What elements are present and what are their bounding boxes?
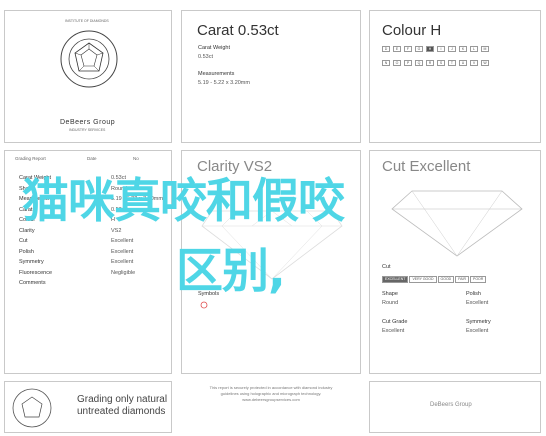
report-header-num: No	[133, 156, 139, 161]
report-header-left: Grading Report	[15, 156, 46, 161]
colour-grade-swatch: P	[404, 60, 412, 66]
overlay-headline-line1: 猫咪真咬和假咬	[22, 174, 345, 229]
colour-scale-row1: DEFGHIJKLM	[382, 46, 489, 52]
diamond-seal-small-icon	[12, 388, 52, 428]
colour-scale-row2: NOPQRSTUVW	[382, 60, 489, 66]
cut-grade-option: POOR	[470, 276, 487, 283]
cut-scale: EXCELLENT VERY GOOD GOOD FAIR POOR	[382, 276, 487, 283]
cut-grade-value: Excellent	[382, 328, 405, 334]
colour-grade-swatch: I	[437, 46, 445, 52]
diamond-profile-icon	[391, 190, 523, 257]
report-row: Symmetry Excellent	[19, 259, 169, 267]
colour-grade-swatch: L	[470, 46, 478, 52]
polish-label: Polish	[466, 291, 481, 297]
cut-title: Cut	[382, 158, 406, 175]
shape-label: Shape	[382, 291, 398, 297]
report-row-value: Excellent	[111, 259, 134, 265]
report-row-value: Excellent	[111, 248, 134, 255]
colour-grade-swatch: E	[393, 46, 401, 52]
report-row-key: Fluorescence	[19, 269, 53, 276]
cut-grade-option: FAIR	[455, 276, 469, 283]
disclaimer-3: www.debeersgroupservices.com	[242, 397, 300, 402]
report-row-key: Comments	[19, 280, 46, 286]
colour-grade-swatch: D	[382, 46, 390, 52]
colour-grade-swatch: Q	[415, 60, 423, 66]
colour-grade-swatch: K	[459, 46, 467, 52]
report-row: Comments	[19, 280, 169, 288]
report-row: Fluorescence Negligible	[19, 270, 169, 278]
measurements-label: Measurements	[198, 71, 235, 77]
colour-grade-swatch: U	[459, 60, 467, 66]
carat-title: Carat	[197, 22, 234, 39]
colour-value: H	[430, 22, 442, 39]
colour-grade-swatch: R	[426, 60, 434, 66]
cut-options-label: Cut	[382, 264, 391, 270]
report-row-value: Excellent	[111, 238, 134, 244]
report-row: Cut Excellent	[19, 238, 169, 246]
colour-grade-swatch: V	[470, 60, 478, 66]
footer-right-card: DeBeers Group	[369, 381, 541, 433]
shape-value: Round	[382, 300, 399, 306]
measurements-value: 5.19 - 5.22 x 3.20mm	[198, 80, 250, 86]
brand-sub: INDUSTRY SERVICES	[69, 128, 106, 132]
overlay-headline-line2: 区别,	[176, 244, 286, 299]
report-row: Polish Excellent	[19, 249, 169, 257]
carat-weight-label: Carat Weight	[198, 45, 230, 51]
cut-card: Cut Excellent Cut EXCELLENT VERY GOOD GOOD…	[369, 150, 541, 374]
colour-card: Colour H DEFGHIJKLM NOPQRSTUVW	[369, 10, 541, 143]
footer-left-card: Grading only natural untreated diamonds	[4, 381, 172, 433]
colour-grade-swatch: W	[481, 60, 489, 66]
colour-grade-swatch: O	[393, 60, 401, 66]
disclaimer-2: guidelines using holographic and microgr…	[220, 391, 322, 396]
colour-grade-swatch: H	[426, 46, 434, 52]
colour-grade-swatch: T	[448, 60, 456, 66]
report-row-value: Negligible	[111, 269, 136, 276]
cut-grade-option: VERY GOOD	[409, 276, 437, 283]
colour-grade-swatch: N	[382, 60, 390, 66]
symmetry-label: Symmetry	[466, 319, 491, 325]
brand-name: DeBeers Group	[60, 119, 116, 126]
colour-title: Colour	[382, 22, 427, 39]
carat-weight-value: 0.53ct	[198, 54, 213, 60]
colour-grade-swatch: J	[448, 46, 456, 52]
cut-grade-label: Cut Grade	[382, 319, 408, 325]
diamond-seal-icon	[60, 30, 118, 88]
carat-card: Carat 0.53ct Carat Weight 0.53ct Measure…	[181, 10, 361, 143]
carat-value: 0.53ct	[237, 22, 279, 39]
tagline-1: Grading only natural	[77, 394, 168, 405]
cut-grade-option: GOOD	[437, 276, 455, 283]
tagline-2: untreated diamonds	[77, 406, 166, 417]
cut-value: Excellent	[409, 158, 471, 175]
colour-grade-swatch: G	[415, 46, 423, 52]
report-header-date: Date	[87, 156, 97, 161]
footer-mid-card: This report is securely protected in acc…	[181, 381, 361, 433]
colour-grade-swatch: M	[481, 46, 489, 52]
cut-grade-option: EXCELLENT	[382, 276, 409, 283]
polish-value: Excellent	[466, 300, 489, 306]
footer-brand: DeBeers Group	[430, 402, 472, 408]
colour-grade-swatch: F	[404, 46, 412, 52]
report-row-key: Cut	[19, 238, 28, 244]
disclaimer-1: This report is securely protected in acc…	[209, 385, 333, 390]
crystal-icon	[200, 301, 208, 309]
seal-text: INSTITUTE OF DIAMONDS	[65, 19, 109, 23]
report-row-key: Symmetry	[19, 259, 44, 265]
logo-card: INSTITUTE OF DIAMONDS DeBeers Group INDU…	[4, 10, 172, 143]
report-row-key: Polish	[19, 248, 34, 255]
colour-grade-swatch: S	[437, 60, 445, 66]
symmetry-value: Excellent	[466, 328, 489, 334]
